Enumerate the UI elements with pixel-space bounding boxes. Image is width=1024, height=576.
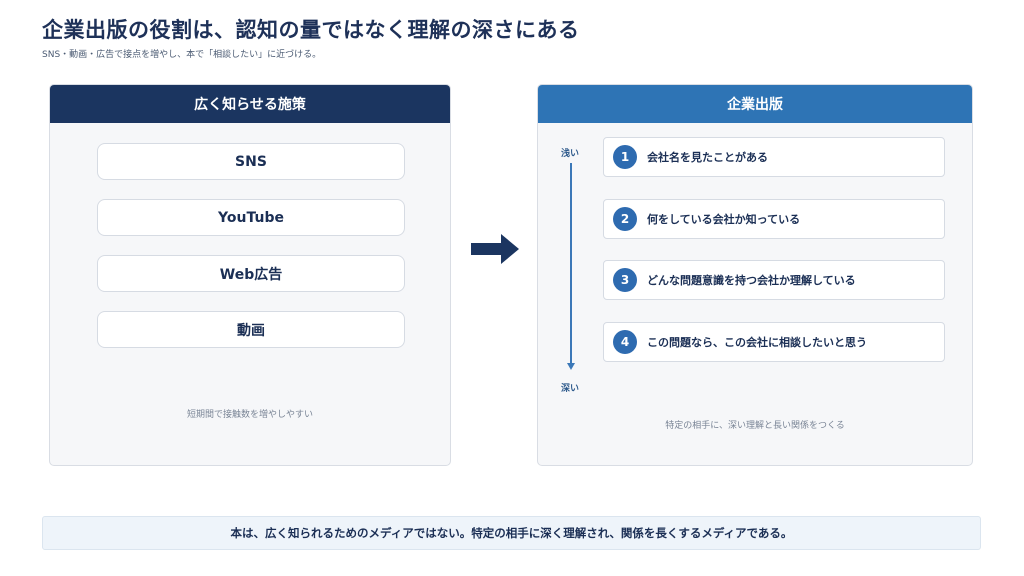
depth-axis-line: [570, 163, 572, 365]
stage-number-badge: 1: [613, 145, 637, 169]
channel-web-ads: Web広告: [97, 255, 405, 292]
stage-text: どんな問題意識を持つ会社か理解している: [647, 274, 856, 287]
awareness-note: 短期間で接触数を増やしやすい: [187, 410, 313, 420]
axis-label-deep: 深い: [561, 384, 580, 394]
awareness-panel-title: 広く知らせる施策: [50, 85, 450, 123]
stage-text: 会社名を見たことがある: [647, 151, 768, 164]
channel-youtube: YouTube: [97, 199, 405, 236]
stage-number-badge: 4: [613, 330, 637, 354]
right-arrow-icon: [471, 234, 519, 264]
channel-sns: SNS: [97, 143, 405, 180]
page-subtitle: SNS・動画・広告で接点を増やし、本で「相談したい」に近づける。: [42, 50, 322, 60]
stage-number-badge: 2: [613, 207, 637, 231]
conclusion-banner: 本は、広く知られるためのメディアではない。特定の相手に深く理解され、関係を長くす…: [42, 516, 981, 550]
axis-label-shallow: 浅い: [561, 149, 580, 159]
channel-video: 動画: [97, 311, 405, 348]
stage-3: 3 どんな問題意識を持つ会社か理解している: [603, 260, 945, 300]
corporate-publishing-note: 特定の相手に、深い理解と長い関係をつくる: [665, 421, 845, 431]
stage-4: 4 この問題なら、この会社に相談したいと思う: [603, 322, 945, 362]
stage-text: この問題なら、この会社に相談したいと思う: [647, 336, 867, 349]
stage-text: 何をしている会社か知っている: [647, 213, 801, 226]
page-title: 企業出版の役割は、認知の量ではなく理解の深さにある: [42, 18, 580, 42]
awareness-panel: 広く知らせる施策 SNS YouTube Web広告 動画 短期間で接触数を増や…: [49, 84, 451, 466]
stage-number-badge: 3: [613, 268, 637, 292]
corporate-publishing-panel: 企業出版 浅い 深い 1 会社名を見たことがある 2 何をしている会社か知ってい…: [537, 84, 973, 466]
stage-1: 1 会社名を見たことがある: [603, 137, 945, 177]
corporate-publishing-title: 企業出版: [538, 85, 972, 123]
stage-2: 2 何をしている会社か知っている: [603, 199, 945, 239]
depth-axis-arrowhead-icon: [567, 363, 575, 370]
